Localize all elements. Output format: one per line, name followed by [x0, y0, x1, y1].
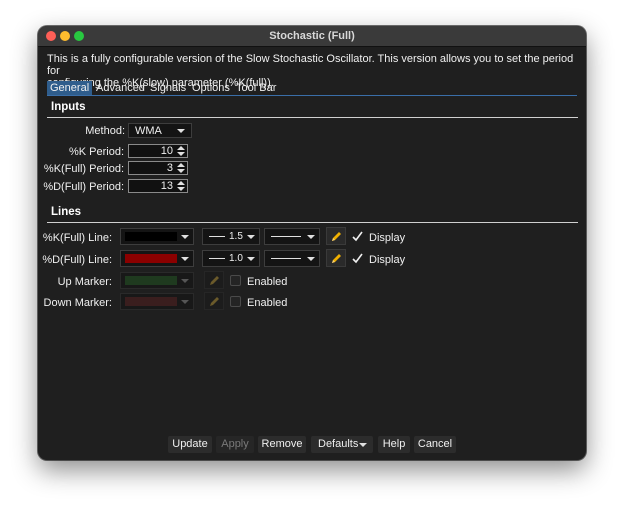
tab-general[interactable]: General: [47, 81, 93, 95]
tab-tool-bar[interactable]: Tool Bar: [233, 81, 279, 95]
color-swatch: [125, 297, 177, 306]
lines-divider: [47, 222, 578, 223]
d-full-line-color-select[interactable]: [120, 250, 194, 267]
k-full-line-label: %K(Full) Line:: [42, 232, 112, 244]
k-period-label: %K Period:: [68, 146, 124, 158]
pencil-icon: [210, 276, 219, 285]
defaults-label: Defaults: [318, 438, 359, 450]
dialog-window: Stochastic (Full) This is a fully config…: [38, 26, 586, 460]
chevron-down-icon: [359, 443, 367, 447]
color-swatch: [125, 254, 177, 263]
d-full-line-width-select[interactable]: 1.0: [202, 250, 260, 267]
defaults-button[interactable]: Defaults: [311, 436, 373, 453]
d-full-line-display-checkbox[interactable]: [352, 253, 363, 264]
color-swatch: [125, 232, 177, 241]
line-sample-icon: [209, 258, 225, 259]
tab-advanced[interactable]: Advanced: [93, 81, 148, 95]
line-sample-icon: [209, 236, 225, 237]
k-full-line-style-select[interactable]: [264, 228, 320, 245]
chevron-down-icon: [181, 279, 189, 283]
method-value: WMA: [135, 125, 162, 137]
k-period-value: 10: [160, 145, 173, 157]
title-bar[interactable]: Stochastic (Full): [38, 26, 586, 47]
update-button[interactable]: Update: [168, 436, 212, 453]
up-marker-enabled-checkbox[interactable]: [230, 275, 241, 286]
k-full-period-stepper[interactable]: 3: [128, 161, 188, 175]
d-full-line-edit-button[interactable]: [326, 249, 346, 267]
chevron-down-icon: [181, 235, 189, 239]
chevron-down-icon: [177, 129, 185, 133]
method-dropdown[interactable]: WMA: [128, 123, 192, 138]
k-period-stepper[interactable]: 10: [128, 144, 188, 158]
chevron-down-icon: [181, 257, 189, 261]
d-full-line-display-label: Display: [369, 254, 406, 266]
inputs-divider: [47, 117, 578, 118]
remove-button[interactable]: Remove: [258, 436, 306, 453]
d-full-period-value: 13: [160, 180, 173, 192]
k-full-line-width-select[interactable]: 1.5: [202, 228, 260, 245]
method-label: Method:: [85, 125, 125, 137]
k-full-line-display-checkbox[interactable]: [352, 231, 363, 242]
k-full-period-value: 3: [166, 162, 173, 174]
down-marker-color-select[interactable]: [120, 293, 194, 310]
checkmark-icon: [352, 231, 363, 242]
checkmark-icon: [352, 253, 363, 264]
down-marker-enabled-checkbox[interactable]: [230, 296, 241, 307]
tab-bar: General Advanced Signals Options Tool Ba…: [47, 81, 577, 96]
k-full-line-color-select[interactable]: [120, 228, 194, 245]
k-full-line-display-label: Display: [369, 232, 406, 244]
up-marker-label: Up Marker:: [57, 276, 112, 288]
pencil-icon: [332, 254, 341, 263]
up-marker-edit-button[interactable]: [204, 271, 224, 289]
d-full-line-style-select[interactable]: [264, 250, 320, 267]
cancel-button[interactable]: Cancel: [414, 436, 456, 453]
pencil-icon: [210, 297, 219, 306]
down-marker-label: Down Marker:: [43, 297, 112, 309]
k-full-period-label: %K(Full) Period:: [43, 163, 124, 175]
d-full-period-stepper[interactable]: 13: [128, 179, 188, 193]
chevron-down-icon: [307, 257, 315, 261]
line-style-sample-icon: [271, 258, 301, 259]
chevron-down-icon: [247, 257, 255, 261]
pencil-icon: [332, 232, 341, 241]
help-button[interactable]: Help: [378, 436, 410, 453]
window-title: Stochastic (Full): [269, 30, 355, 42]
line-width-value: 1.5: [229, 231, 243, 242]
color-swatch: [125, 276, 177, 285]
tab-options[interactable]: Options: [189, 81, 233, 95]
d-full-period-label: %D(Full) Period:: [43, 181, 124, 193]
d-full-line-label: %D(Full) Line:: [42, 254, 112, 266]
stepper-arrows-icon[interactable]: [177, 146, 185, 156]
description-line-1: This is a fully configurable version of …: [47, 53, 574, 77]
lines-heading: Lines: [51, 206, 82, 218]
inputs-heading: Inputs: [51, 101, 86, 113]
down-marker-edit-button[interactable]: [204, 292, 224, 310]
stepper-arrows-icon[interactable]: [177, 163, 185, 173]
line-style-sample-icon: [271, 236, 301, 237]
apply-button[interactable]: Apply: [216, 436, 254, 453]
up-marker-enabled-label: Enabled: [247, 276, 288, 288]
down-marker-enabled-label: Enabled: [247, 297, 288, 309]
chevron-down-icon: [247, 235, 255, 239]
chevron-down-icon: [307, 235, 315, 239]
line-width-value: 1.0: [229, 253, 243, 264]
chevron-down-icon: [181, 300, 189, 304]
stepper-arrows-icon[interactable]: [177, 181, 185, 191]
k-full-line-edit-button[interactable]: [326, 227, 346, 245]
up-marker-color-select[interactable]: [120, 272, 194, 289]
tab-signals[interactable]: Signals: [147, 81, 189, 95]
